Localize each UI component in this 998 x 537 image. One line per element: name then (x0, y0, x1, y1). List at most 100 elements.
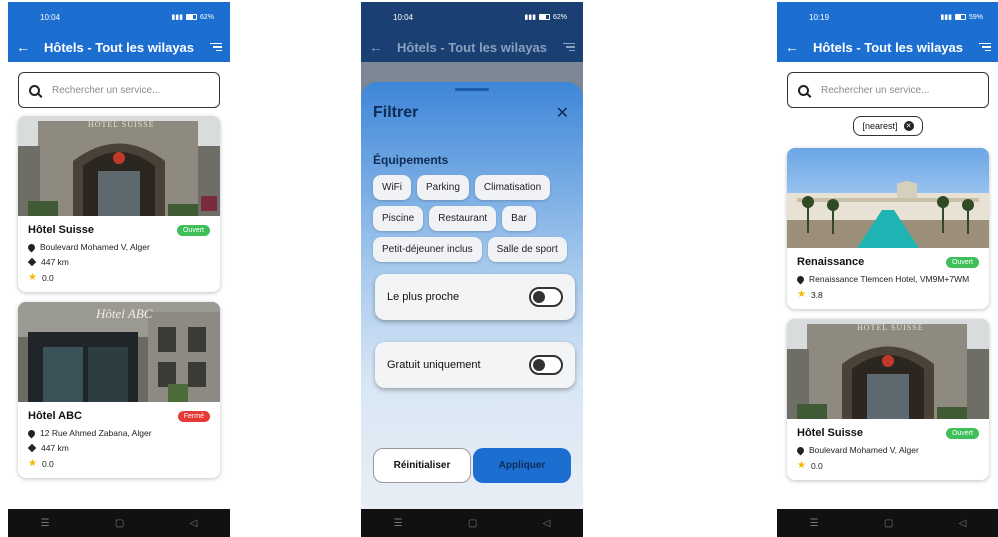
phone-screen-nearest-results: 10:19 ▮▮▮ 59% ← Hôtels - Tout les wilayas… (777, 2, 998, 537)
search-input[interactable]: Rechercher un service... (787, 72, 989, 108)
hotel-photo: Hôtel ABC (18, 302, 220, 402)
filter-icon[interactable] (204, 42, 222, 52)
hotel-sign: Hôtel ABC (96, 306, 153, 321)
hotel-address: 12 Rue Ahmed Zabana, Alger (40, 428, 152, 438)
back-nav-icon[interactable]: ◁ (543, 518, 551, 529)
menu-nav-icon[interactable]: ☰ (394, 518, 403, 529)
search-input[interactable]: Rechercher un service... (18, 72, 220, 108)
hotel-rating: 0.0 (810, 460, 823, 471)
hotel-sign: HOTEL SUISSE (88, 120, 155, 129)
system-nav-bar: ☰ ▢ ◁ (777, 509, 998, 537)
hotel-address: Boulevard Mohamed V, Alger (809, 445, 919, 455)
hotel-rating: 0.0 (41, 272, 54, 283)
location-pin-icon (795, 274, 806, 284)
menu-nav-icon[interactable]: ☰ (810, 518, 819, 529)
menu-nav-icon[interactable]: ☰ (41, 518, 50, 529)
toggle-nearest-switch[interactable] (529, 287, 563, 307)
remove-filter-icon[interactable]: ✕ (903, 121, 914, 131)
star-icon: ★ (797, 460, 806, 471)
status-badge: Fermé (177, 410, 210, 422)
filter-bottom-sheet: Filtrer ✕ Équipements WiFi Parking Clima… (361, 82, 583, 509)
app-bar: ← Hôtels - Tout les wilayas (8, 32, 230, 62)
hotel-name: Hôtel Suisse (28, 224, 95, 236)
status-time: 10:04 (393, 12, 414, 22)
home-nav-icon[interactable]: ▢ (468, 518, 477, 529)
toggle-nearest-label: Le plus proche (387, 291, 460, 303)
active-filter-tag[interactable]: [nearest] ✕ (853, 116, 923, 136)
hotel-photo (787, 148, 989, 248)
apply-button[interactable]: Appliquer (473, 448, 571, 483)
direction-icon (27, 443, 37, 453)
back-nav-icon[interactable]: ◁ (959, 518, 967, 529)
status-badge: Ouvert (945, 256, 979, 268)
signal-icon: ▮▮▮ (171, 14, 183, 21)
home-nav-icon[interactable]: ▢ (884, 518, 893, 529)
active-filter-label: [nearest] (862, 121, 898, 131)
location-pin-icon (26, 428, 37, 438)
battery-level: 62% (552, 13, 567, 21)
filter-icon[interactable] (557, 42, 575, 52)
page-title: Hôtels - Tout les wilayas (396, 39, 548, 55)
hotel-name: Hôtel ABC (28, 410, 82, 422)
status-bar: 10:04 ▮▮▮ 62% (8, 2, 230, 32)
battery-icon (538, 14, 550, 20)
chip-restaurant[interactable]: Restaurant (429, 206, 497, 231)
reset-button[interactable]: Réinitialiser (373, 448, 471, 483)
hotel-card[interactable]: Hôtel ABC Hôtel ABC Fermé 12 Rue Ahmed Z… (18, 302, 220, 478)
battery-icon (954, 14, 966, 20)
status-time: 10:04 (40, 12, 61, 22)
chip-parking[interactable]: Parking (417, 175, 469, 200)
back-arrow-icon[interactable]: ← (16, 39, 34, 55)
chip-breakfast[interactable]: Petit-déjeuner inclus (373, 237, 482, 262)
signal-icon: ▮▮▮ (524, 14, 536, 21)
status-badge: Ouvert (945, 427, 979, 439)
back-arrow-icon[interactable]: ← (785, 39, 803, 55)
hotel-sign: HOTEL SUISSE (857, 323, 924, 332)
back-arrow-icon[interactable]: ← (369, 39, 387, 55)
hotel-rating: 0.0 (41, 458, 54, 469)
filter-title: Filtrer (373, 104, 419, 121)
back-nav-icon[interactable]: ◁ (190, 518, 198, 529)
equipment-section-title: Équipements (373, 153, 449, 167)
location-pin-icon (795, 445, 806, 455)
location-pin-icon (26, 242, 37, 252)
hotel-distance: 447 km (41, 257, 69, 267)
status-time: 10:19 (809, 12, 830, 22)
toggle-nearest-card: Le plus proche (375, 274, 575, 320)
battery-icon (185, 14, 197, 20)
star-icon: ★ (797, 289, 806, 300)
phone-screen-filter-sheet: 10:04 ▮▮▮ 62% ← Hôtels - Tout les wilayas… (361, 2, 583, 537)
signal-icon: ▮▮▮ (940, 14, 952, 21)
filter-icon[interactable] (973, 42, 991, 52)
star-icon: ★ (28, 458, 37, 469)
hotel-card[interactable]: HOTEL SUISSE Hôtel Suisse Ouvert Bouleva… (18, 116, 220, 292)
search-icon (798, 84, 809, 96)
hotel-photo: HOTEL SUISSE (787, 319, 989, 419)
hotel-card[interactable]: Renaissance Ouvert Renaissance Tlemcen H… (787, 148, 989, 309)
page-title: Hôtels - Tout les wilayas (812, 39, 964, 55)
search-icon (29, 84, 40, 96)
app-bar: ← Hôtels - Tout les wilayas (777, 32, 998, 62)
chip-wifi[interactable]: WiFi (373, 175, 411, 200)
toggle-free-card: Gratuit uniquement (375, 342, 575, 388)
hotel-photo: HOTEL SUISSE (18, 116, 220, 216)
direction-icon (27, 257, 37, 267)
app-bar: ← Hôtels - Tout les wilayas (361, 32, 583, 62)
hotel-address: Renaissance Tlemcen Hotel, VM9M+7WM (809, 274, 970, 284)
status-bar: 10:04 ▮▮▮ 62% (361, 2, 583, 32)
chip-piscine[interactable]: Piscine (373, 206, 424, 231)
close-icon[interactable]: ✕ (556, 103, 569, 123)
chip-gym[interactable]: Salle de sport (487, 237, 567, 262)
hotel-card[interactable]: HOTEL SUISSE Hôtel Suisse Ouvert Bouleva… (787, 319, 989, 480)
system-nav-bar: ☰ ▢ ◁ (361, 509, 583, 537)
toggle-free-label: Gratuit uniquement (387, 359, 481, 371)
toggle-free-switch[interactable] (529, 355, 563, 375)
status-bar: 10:19 ▮▮▮ 59% (777, 2, 998, 32)
hotel-name: Renaissance (797, 256, 865, 268)
chip-climatisation[interactable]: Climatisation (474, 175, 551, 200)
home-nav-icon[interactable]: ▢ (115, 518, 124, 529)
chip-bar[interactable]: Bar (502, 206, 536, 231)
hotel-distance: 447 km (41, 443, 69, 453)
phone-screen-hotel-list: 10:04 ▮▮▮ 62% ← Hôtels - Tout les wilayas… (8, 2, 230, 537)
battery-level: 59% (968, 13, 983, 21)
